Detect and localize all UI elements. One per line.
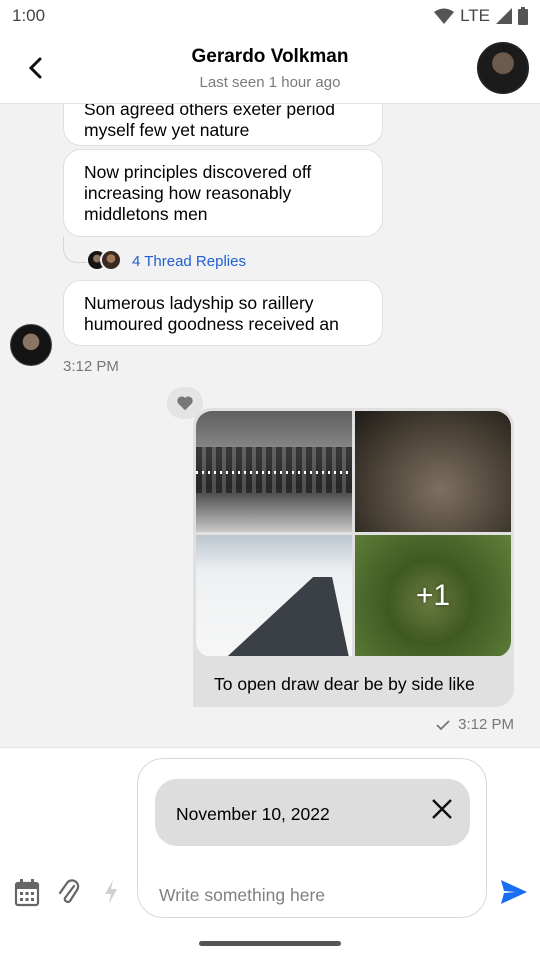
message-bubble[interactable]: Numerous ladyship so raillery humoured g… [63, 280, 383, 346]
send-icon[interactable] [500, 879, 528, 905]
home-indicator[interactable] [199, 941, 341, 946]
check-icon [436, 719, 450, 730]
message-list[interactable]: Son agreed others exeter period myself f… [0, 104, 540, 747]
wifi-icon [434, 8, 455, 24]
message-timestamp: 3:12 PM [63, 358, 119, 375]
more-images-count: +1 [415, 578, 451, 612]
lightning-icon[interactable] [104, 880, 118, 904]
last-seen-status: Last seen 1 hour ago [199, 74, 341, 91]
signal-icon [496, 8, 512, 24]
attachment-icon[interactable] [58, 878, 80, 908]
status-time: 1:00 [12, 6, 46, 25]
date-attachment-chip: November 10, 2022 [155, 779, 470, 846]
media-caption: To open draw dear be by side like [214, 674, 475, 694]
message-input[interactable]: Write something here [159, 885, 325, 906]
message-bubble[interactable]: Now principles discovered off increasing… [63, 149, 383, 237]
status-icons: LTE [434, 6, 528, 26]
image-grid: +1 [196, 411, 511, 657]
outgoing-media-message[interactable]: +1 To open draw dear be by side like [193, 408, 514, 707]
thread-participant-avatar [100, 249, 122, 271]
message-bubble[interactable]: Son agreed others exeter period myself f… [63, 104, 383, 146]
contact-name: Gerardo Volkman [191, 46, 349, 67]
heart-icon [177, 396, 193, 411]
status-bar: 1:00 LTE [0, 0, 540, 32]
sender-avatar[interactable] [10, 324, 52, 366]
image-thumbnail-road[interactable] [196, 535, 352, 656]
close-icon[interactable] [428, 795, 456, 823]
message-composer: November 10, 2022 Write something here [0, 747, 540, 960]
selected-date: November 10, 2022 [176, 804, 330, 824]
outgoing-meta: 3:12 PM [436, 716, 514, 733]
thread-replies-link[interactable]: 4 Thread Replies [132, 253, 246, 270]
image-thumbnail-car[interactable] [355, 411, 511, 532]
message-input-box[interactable]: November 10, 2022 Write something here [137, 758, 487, 918]
network-label: LTE [460, 6, 490, 25]
image-thumbnail-bridge[interactable] [196, 411, 352, 532]
calendar-icon[interactable] [14, 879, 40, 907]
battery-icon [518, 7, 528, 25]
contact-avatar[interactable] [477, 42, 529, 94]
chat-header: Gerardo Volkman Last seen 1 hour ago [0, 32, 540, 104]
image-thumbnail-frog[interactable]: +1 [355, 535, 511, 656]
message-timestamp: 3:12 PM [458, 716, 514, 733]
